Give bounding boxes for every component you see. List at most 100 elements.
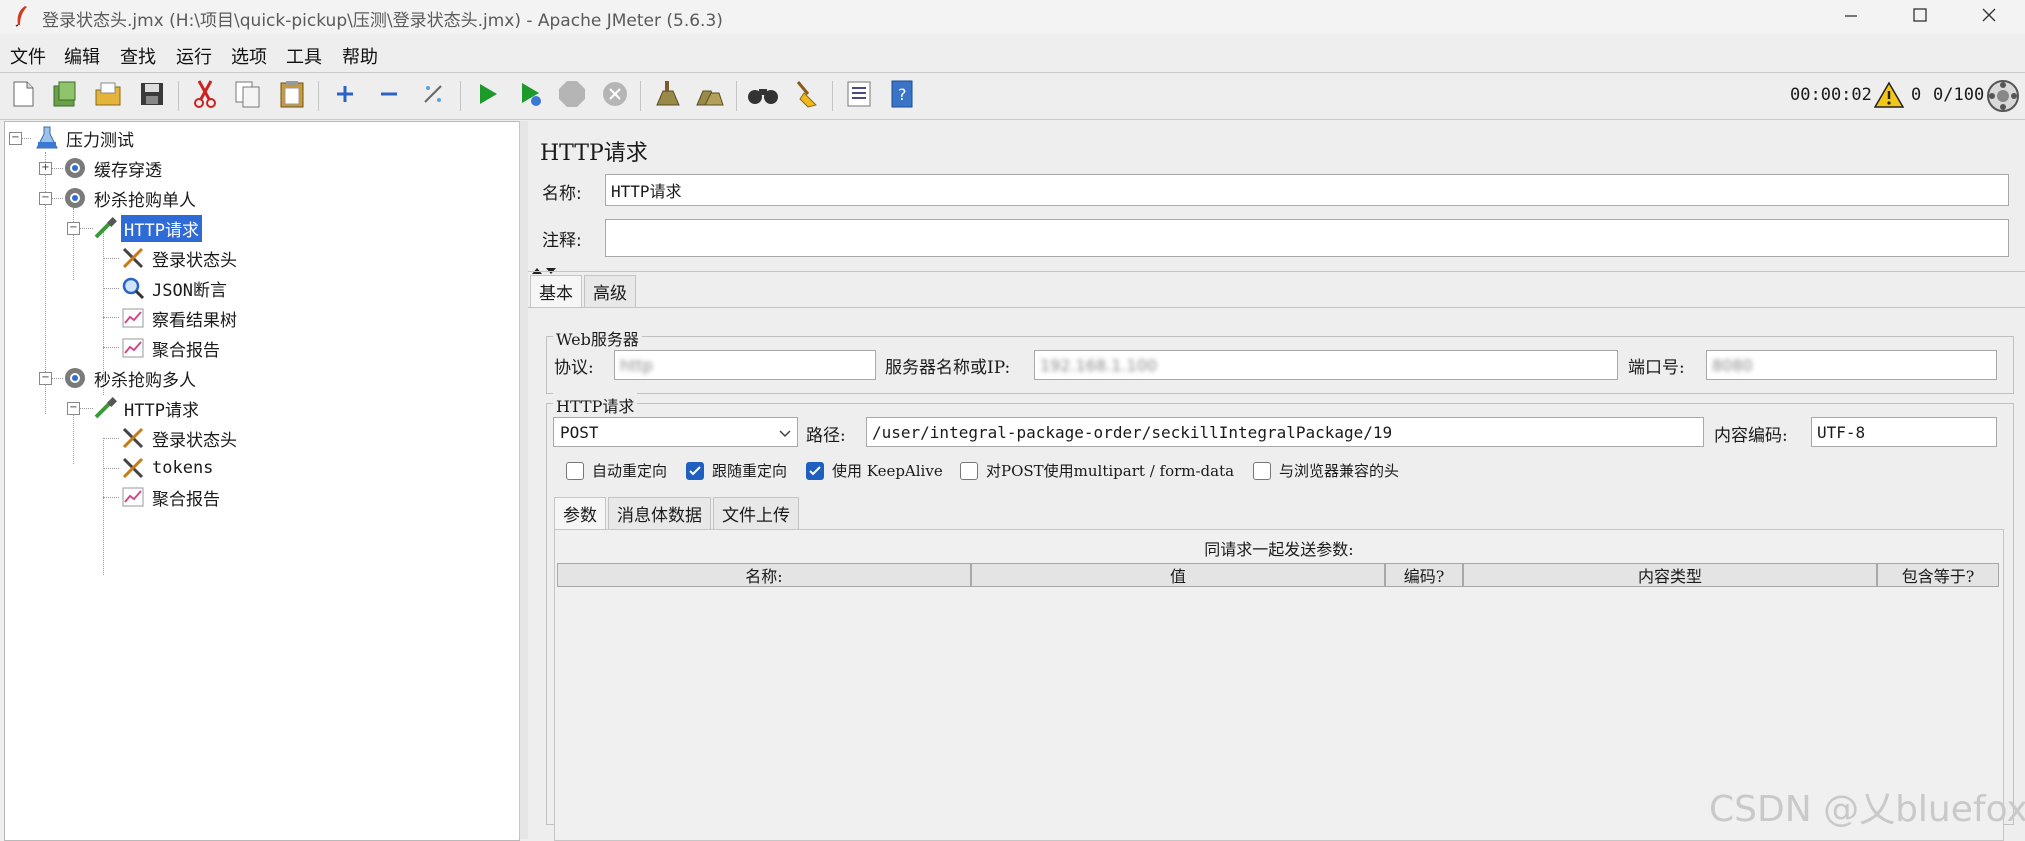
new-button[interactable] [6, 79, 40, 113]
tab-files-upload[interactable]: 文件上传 [713, 497, 799, 529]
port-label: 端口号: [1628, 358, 1685, 378]
column-header-value[interactable]: 值 [971, 563, 1385, 587]
server-input[interactable]: 192.168.1.100 [1034, 350, 1618, 380]
open-button[interactable] [92, 79, 126, 113]
cut-button[interactable] [188, 79, 222, 113]
tree-node-label: JSON断言 [152, 280, 227, 301]
graph-icon [119, 304, 147, 332]
search-button[interactable] [746, 79, 780, 113]
method-value: POST [560, 422, 599, 442]
start-no-pause-button[interactable] [513, 79, 547, 113]
remote-engine-icon[interactable] [1986, 79, 2020, 117]
function-helper-button[interactable] [842, 79, 876, 113]
test-plan-tree[interactable]: − + − − − − 压力测试 缓存穿透 秒杀抢购单人 HTTP请求 登录状态… [4, 121, 520, 841]
menu-help[interactable]: 帮助 [342, 43, 378, 69]
menu-run[interactable]: 运行 [176, 43, 212, 69]
tree-collapse-toggle[interactable]: − [39, 372, 52, 385]
graph-icon [119, 334, 147, 362]
clear-all-button[interactable] [693, 79, 727, 113]
tree-node-header-manager[interactable]: 登录状态头 [119, 244, 240, 272]
tree-node-label: 登录状态头 [152, 250, 237, 271]
tree-node-test-plan[interactable]: 压力测试 [33, 124, 137, 152]
tree-node-aggregate-report[interactable]: 聚合报告 [119, 483, 223, 511]
warning-icon[interactable] [1873, 81, 1905, 113]
new-icon [10, 80, 36, 112]
warning-count: 0 [1911, 85, 1922, 105]
watermark: CSDN @乂bluefox [1709, 789, 2025, 830]
tab-advanced[interactable]: 高级 [584, 275, 636, 307]
tree-node-thread-group[interactable]: 秒杀抢购多人 [61, 364, 199, 392]
protocol-input[interactable]: http [614, 350, 876, 380]
menu-options[interactable]: 选项 [231, 43, 267, 69]
stop-icon [557, 79, 587, 113]
encoding-input[interactable]: UTF-8 [1811, 417, 1997, 447]
copy-button[interactable] [231, 79, 265, 113]
pane-splitter[interactable] [519, 121, 528, 839]
tree-connector [103, 317, 119, 318]
multipart-checkbox[interactable]: 对POST使用multipart / form-data [960, 460, 1234, 481]
tree-collapse-toggle[interactable]: − [67, 222, 80, 235]
checkbox-label: 与浏览器兼容的头 [1279, 462, 1400, 480]
tree-node-thread-group[interactable]: 缓存穿透 [61, 154, 165, 182]
clear-button[interactable] [650, 79, 684, 113]
column-header-encode[interactable]: 编码? [1385, 563, 1463, 587]
menu-edit[interactable]: 编辑 [64, 43, 100, 69]
auto-redirect-checkbox[interactable]: 自动重定向 [566, 460, 667, 481]
port-input[interactable]: 8080 [1706, 350, 1997, 380]
follow-redirects-checkbox[interactable]: 跟随重定向 [686, 460, 787, 481]
tree-collapse-toggle[interactable]: − [67, 402, 80, 415]
tree-node-tokens[interactable]: tokens [119, 454, 216, 482]
menu-search[interactable]: 查找 [120, 43, 156, 69]
toggle-button[interactable] [416, 79, 450, 113]
shutdown-button[interactable] [598, 79, 632, 113]
start-button[interactable] [470, 79, 504, 113]
minimize-button[interactable] [1820, 0, 1882, 34]
tree-node-http-request[interactable]: HTTP请求 [91, 394, 202, 422]
play-no-timer-icon [517, 80, 543, 112]
templates-button[interactable] [48, 79, 82, 113]
minimize-icon [1843, 7, 1859, 27]
paste-button[interactable] [275, 79, 309, 113]
plus-icon [333, 82, 357, 110]
collapse-all-button[interactable] [372, 79, 406, 113]
title-bar: 登录状态头.jmx (H:\项目\quick-pickup\压测\登录状态头.j… [0, 0, 2025, 34]
tree-node-label: 秒杀抢购多人 [94, 370, 196, 391]
tree-node-view-results-tree[interactable]: 察看结果树 [119, 304, 240, 332]
cut-icon [191, 79, 219, 113]
tab-body-data[interactable]: 消息体数据 [608, 497, 711, 529]
tree-expand-toggle[interactable]: + [39, 162, 52, 175]
tab-basic[interactable]: 基本 [530, 275, 582, 307]
toolbar-separator [640, 81, 641, 111]
close-button[interactable] [1958, 0, 2020, 34]
maximize-button[interactable] [1889, 0, 1951, 34]
table-header: 名称: 值 编码? 内容类型 包含等于? [557, 563, 1999, 587]
flask-icon [33, 124, 61, 152]
stop-button[interactable] [555, 79, 589, 113]
help-button[interactable]: ? [885, 79, 919, 113]
expand-all-button[interactable] [328, 79, 362, 113]
reset-search-button[interactable] [789, 79, 823, 113]
path-input[interactable]: /user/integral-package-order/seckillInte… [866, 417, 1704, 447]
save-button[interactable] [135, 79, 169, 113]
tree-collapse-toggle[interactable]: − [9, 132, 22, 145]
tree-node-header-manager[interactable]: 登录状态头 [119, 424, 240, 452]
browser-compatible-headers-checkbox[interactable]: 与浏览器兼容的头 [1253, 460, 1399, 481]
column-header-name[interactable]: 名称: [557, 563, 971, 587]
tab-parameters[interactable]: 参数 [554, 497, 606, 529]
name-input[interactable]: HTTP请求 [605, 174, 2009, 206]
method-select[interactable]: POST [553, 417, 798, 447]
column-header-content-type[interactable]: 内容类型 [1463, 563, 1877, 587]
tree-node-label: 缓存穿透 [94, 160, 162, 181]
column-header-include-equals[interactable]: 包含等于? [1877, 563, 1999, 587]
menu-file[interactable]: 文件 [10, 43, 46, 69]
tree-node-json-assertion[interactable]: JSON断言 [119, 274, 230, 302]
tree-collapse-toggle[interactable]: − [39, 192, 52, 205]
menu-tools[interactable]: 工具 [286, 43, 322, 69]
tree-node-http-request-selected[interactable]: HTTP请求 [91, 214, 202, 242]
window-title: 登录状态头.jmx (H:\项目\quick-pickup\压测\登录状态头.j… [42, 11, 723, 31]
tree-node-aggregate-report[interactable]: 聚合报告 [119, 334, 223, 362]
tree-node-thread-group[interactable]: 秒杀抢购单人 [61, 184, 199, 212]
toolbar-separator [460, 81, 461, 111]
keepalive-checkbox[interactable]: 使用 KeepAlive [806, 460, 943, 481]
comment-input[interactable] [605, 219, 2009, 257]
